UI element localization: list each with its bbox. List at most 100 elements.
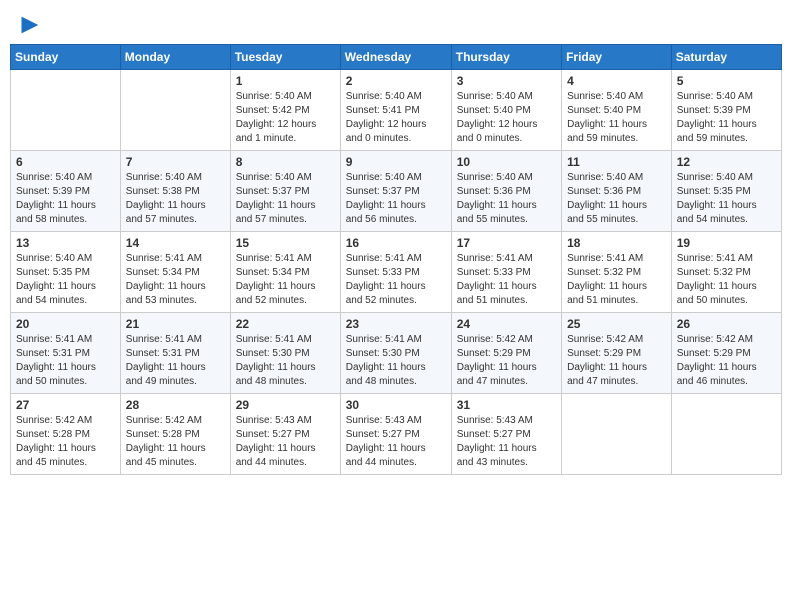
day-info: Sunrise: 5:40 AM Sunset: 5:39 PM Dayligh… <box>677 90 776 146</box>
calendar-day-cell: 10 Sunrise: 5:40 AM Sunset: 5:36 PM Dayli… <box>451 151 561 232</box>
day-info: Sunrise: 5:41 AM Sunset: 5:33 PM Dayligh… <box>346 252 446 308</box>
calendar-day-cell: 18 Sunrise: 5:41 AM Sunset: 5:32 PM Dayli… <box>562 232 672 313</box>
day-info: Sunrise: 5:42 AM Sunset: 5:28 PM Dayligh… <box>16 414 115 470</box>
day-info: Sunrise: 5:43 AM Sunset: 5:27 PM Dayligh… <box>457 414 556 470</box>
page-header: ► <box>10 10 782 38</box>
calendar-day-cell: 5 Sunrise: 5:40 AM Sunset: 5:39 PM Daylig… <box>671 70 781 151</box>
calendar-day-cell: 30Sunrise: 5:43 AM Sunset: 5:27 PM Dayli… <box>340 394 451 475</box>
calendar-day-cell: 23Sunrise: 5:41 AM Sunset: 5:30 PM Dayli… <box>340 313 451 394</box>
day-number: 15 <box>236 236 335 250</box>
calendar-day-cell: 3 Sunrise: 5:40 AM Sunset: 5:40 PM Daylig… <box>451 70 561 151</box>
calendar-day-cell: 15 Sunrise: 5:41 AM Sunset: 5:34 PM Dayli… <box>230 232 340 313</box>
day-number: 2 <box>346 74 446 88</box>
day-number: 23 <box>346 317 446 331</box>
day-number: 1 <box>236 74 335 88</box>
logo-arrow-icon: ► <box>16 10 44 38</box>
calendar-week-row: 20 Sunrise: 5:41 AM Sunset: 5:31 PM Dayli… <box>11 313 782 394</box>
day-number: 18 <box>567 236 666 250</box>
day-info: Sunrise: 5:41 AM Sunset: 5:30 PM Dayligh… <box>236 333 335 389</box>
day-number: 8 <box>236 155 335 169</box>
day-number: 5 <box>677 74 776 88</box>
calendar-day-cell: 11 Sunrise: 5:40 AM Sunset: 5:36 PM Dayli… <box>562 151 672 232</box>
day-number: 4 <box>567 74 666 88</box>
calendar-header-row: SundayMondayTuesdayWednesdayThursdayFrid… <box>11 45 782 70</box>
calendar-day-cell: 16 Sunrise: 5:41 AM Sunset: 5:33 PM Dayli… <box>340 232 451 313</box>
day-number: 27 <box>16 398 115 412</box>
calendar-day-cell <box>562 394 672 475</box>
calendar-day-cell: 1 Sunrise: 5:40 AM Sunset: 5:42 PM Daylig… <box>230 70 340 151</box>
day-info: Sunrise: 5:40 AM Sunset: 5:40 PM Dayligh… <box>457 90 556 146</box>
day-info: Sunrise: 5:40 AM Sunset: 5:41 PM Dayligh… <box>346 90 446 146</box>
day-info: Sunrise: 5:40 AM Sunset: 5:40 PM Dayligh… <box>567 90 666 146</box>
calendar-day-cell <box>120 70 230 151</box>
day-number: 17 <box>457 236 556 250</box>
calendar-day-cell: 28 Sunrise: 5:42 AM Sunset: 5:28 PM Dayli… <box>120 394 230 475</box>
day-info: Sunrise: 5:40 AM Sunset: 5:37 PM Dayligh… <box>346 171 446 227</box>
day-number: 10 <box>457 155 556 169</box>
calendar-day-cell: 21 Sunrise: 5:41 AM Sunset: 5:31 PM Dayli… <box>120 313 230 394</box>
calendar-table: SundayMondayTuesdayWednesdayThursdayFrid… <box>10 44 782 475</box>
calendar-day-cell: 25 Sunrise: 5:42 AM Sunset: 5:29 PM Dayli… <box>562 313 672 394</box>
calendar-week-row: 6 Sunrise: 5:40 AM Sunset: 5:39 PM Daylig… <box>11 151 782 232</box>
day-number: 7 <box>126 155 225 169</box>
day-info: Sunrise: 5:41 AM Sunset: 5:33 PM Dayligh… <box>457 252 556 308</box>
calendar-day-cell: 6 Sunrise: 5:40 AM Sunset: 5:39 PM Daylig… <box>11 151 121 232</box>
day-number: 24 <box>457 317 556 331</box>
day-info: Sunrise: 5:40 AM Sunset: 5:42 PM Dayligh… <box>236 90 335 146</box>
calendar-day-cell: 17 Sunrise: 5:41 AM Sunset: 5:33 PM Dayli… <box>451 232 561 313</box>
day-number: 26 <box>677 317 776 331</box>
calendar-day-cell: 24 Sunrise: 5:42 AM Sunset: 5:29 PM Dayli… <box>451 313 561 394</box>
day-number: 22 <box>236 317 335 331</box>
calendar-day-cell: 29Sunrise: 5:43 AM Sunset: 5:27 PM Dayli… <box>230 394 340 475</box>
day-number: 3 <box>457 74 556 88</box>
calendar-week-row: 1 Sunrise: 5:40 AM Sunset: 5:42 PM Daylig… <box>11 70 782 151</box>
calendar-day-cell: 12 Sunrise: 5:40 AM Sunset: 5:35 PM Dayli… <box>671 151 781 232</box>
day-number: 21 <box>126 317 225 331</box>
day-info: Sunrise: 5:41 AM Sunset: 5:32 PM Dayligh… <box>677 252 776 308</box>
weekday-header: Wednesday <box>340 45 451 70</box>
day-info: Sunrise: 5:41 AM Sunset: 5:31 PM Dayligh… <box>126 333 225 389</box>
day-number: 16 <box>346 236 446 250</box>
calendar-day-cell: 13Sunrise: 5:40 AM Sunset: 5:35 PM Dayli… <box>11 232 121 313</box>
weekday-header: Thursday <box>451 45 561 70</box>
day-number: 11 <box>567 155 666 169</box>
calendar-day-cell: 4 Sunrise: 5:40 AM Sunset: 5:40 PM Daylig… <box>562 70 672 151</box>
calendar-day-cell: 19Sunrise: 5:41 AM Sunset: 5:32 PM Dayli… <box>671 232 781 313</box>
calendar-day-cell: 2 Sunrise: 5:40 AM Sunset: 5:41 PM Daylig… <box>340 70 451 151</box>
calendar-day-cell: 14 Sunrise: 5:41 AM Sunset: 5:34 PM Dayli… <box>120 232 230 313</box>
weekday-header: Tuesday <box>230 45 340 70</box>
day-number: 31 <box>457 398 556 412</box>
day-number: 25 <box>567 317 666 331</box>
day-info: Sunrise: 5:40 AM Sunset: 5:39 PM Dayligh… <box>16 171 115 227</box>
calendar-day-cell: 26Sunrise: 5:42 AM Sunset: 5:29 PM Dayli… <box>671 313 781 394</box>
weekday-header: Monday <box>120 45 230 70</box>
day-number: 30 <box>346 398 446 412</box>
day-info: Sunrise: 5:40 AM Sunset: 5:36 PM Dayligh… <box>567 171 666 227</box>
day-number: 28 <box>126 398 225 412</box>
day-info: Sunrise: 5:42 AM Sunset: 5:29 PM Dayligh… <box>457 333 556 389</box>
day-info: Sunrise: 5:41 AM Sunset: 5:34 PM Dayligh… <box>236 252 335 308</box>
day-info: Sunrise: 5:42 AM Sunset: 5:29 PM Dayligh… <box>567 333 666 389</box>
day-number: 12 <box>677 155 776 169</box>
calendar-day-cell: 22 Sunrise: 5:41 AM Sunset: 5:30 PM Dayli… <box>230 313 340 394</box>
day-info: Sunrise: 5:40 AM Sunset: 5:35 PM Dayligh… <box>677 171 776 227</box>
day-info: Sunrise: 5:40 AM Sunset: 5:37 PM Dayligh… <box>236 171 335 227</box>
day-info: Sunrise: 5:41 AM Sunset: 5:32 PM Dayligh… <box>567 252 666 308</box>
day-info: Sunrise: 5:41 AM Sunset: 5:34 PM Dayligh… <box>126 252 225 308</box>
calendar-day-cell: 27 Sunrise: 5:42 AM Sunset: 5:28 PM Dayli… <box>11 394 121 475</box>
day-info: Sunrise: 5:43 AM Sunset: 5:27 PM Dayligh… <box>236 414 335 470</box>
weekday-header: Saturday <box>671 45 781 70</box>
day-info: Sunrise: 5:40 AM Sunset: 5:38 PM Dayligh… <box>126 171 225 227</box>
day-number: 6 <box>16 155 115 169</box>
weekday-header: Friday <box>562 45 672 70</box>
day-info: Sunrise: 5:42 AM Sunset: 5:28 PM Dayligh… <box>126 414 225 470</box>
day-info: Sunrise: 5:41 AM Sunset: 5:31 PM Dayligh… <box>16 333 115 389</box>
day-info: Sunrise: 5:40 AM Sunset: 5:36 PM Dayligh… <box>457 171 556 227</box>
calendar-day-cell: 31 Sunrise: 5:43 AM Sunset: 5:27 PM Dayli… <box>451 394 561 475</box>
logo: ► <box>14 10 44 38</box>
calendar-day-cell <box>671 394 781 475</box>
day-number: 20 <box>16 317 115 331</box>
day-number: 9 <box>346 155 446 169</box>
day-number: 14 <box>126 236 225 250</box>
calendar-day-cell: 8 Sunrise: 5:40 AM Sunset: 5:37 PM Daylig… <box>230 151 340 232</box>
